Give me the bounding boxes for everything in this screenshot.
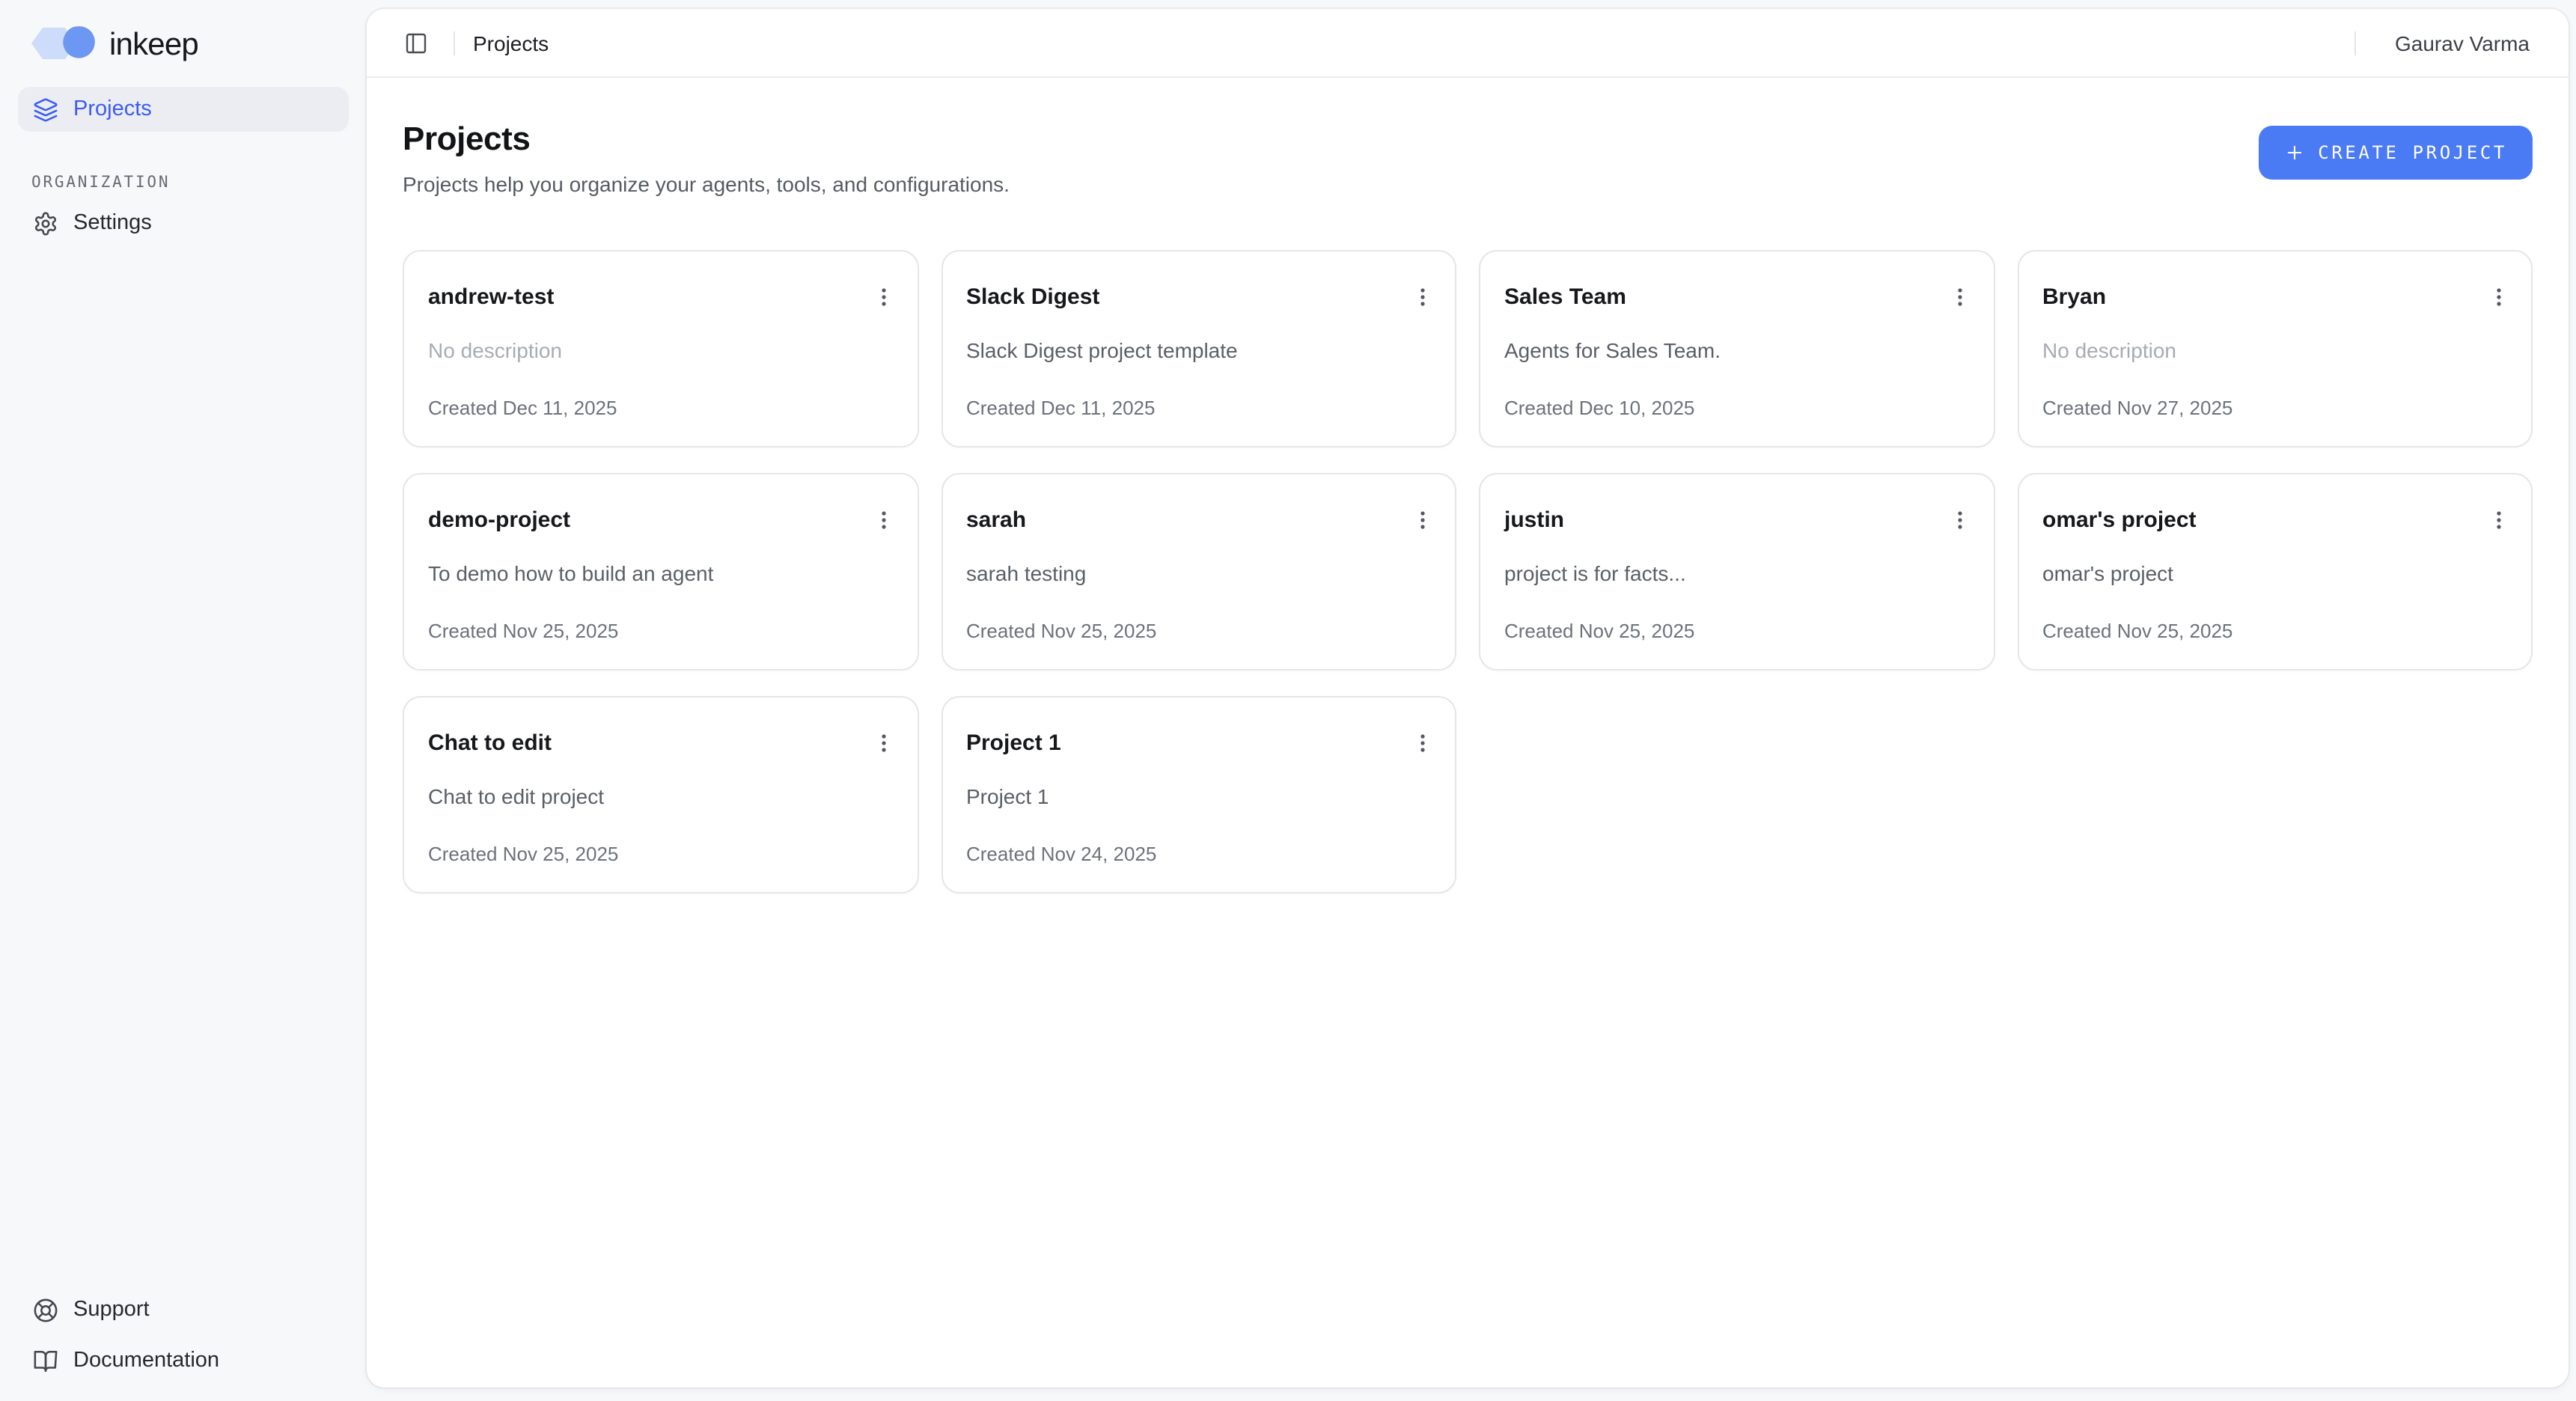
svg-text:inkeep: inkeep [109, 26, 198, 61]
create-project-button[interactable]: CREATE PROJECT [2258, 126, 2533, 180]
ellipsis-vertical-icon [2487, 508, 2509, 531]
sidebar-toggle-button[interactable] [397, 23, 436, 62]
ellipsis-vertical-icon [1949, 285, 1971, 308]
project-card-title: sarah [966, 504, 1026, 533]
project-card-menu-button[interactable] [1941, 500, 1980, 539]
project-card-title: Chat to edit [428, 727, 552, 756]
project-card[interactable]: Bryan No description Created Nov 27, 202… [2017, 250, 2533, 448]
project-card-menu-button[interactable] [1941, 277, 1980, 316]
project-card-created: Created Nov 25, 2025 [2042, 620, 2507, 642]
ellipsis-vertical-icon [1411, 731, 1433, 754]
project-card[interactable]: andrew-test No description Created Dec 1… [403, 250, 918, 448]
header-divider [2354, 31, 2356, 55]
sidebar-section-label: ORGANIZATION [31, 174, 349, 192]
panel-left-icon [404, 31, 428, 55]
projects-grid: andrew-test No description Created Dec 1… [403, 250, 2533, 894]
project-card-menu-button[interactable] [864, 500, 903, 539]
sidebar-item-documentation[interactable]: Documentation [18, 1338, 349, 1383]
project-card[interactable]: omar's project omar's project Created No… [2017, 473, 2533, 671]
project-card-menu-button[interactable] [1403, 277, 1441, 316]
project-card-description: Agents for Sales Team. [1504, 338, 1969, 362]
project-card[interactable]: justin project is for facts... Created N… [1479, 473, 1994, 671]
breadcrumb: Projects [473, 31, 549, 55]
sidebar-footer: Support Documentation [18, 1287, 349, 1383]
header-divider [454, 31, 455, 55]
project-card-menu-button[interactable] [2479, 277, 2518, 316]
project-card-created: Created Nov 24, 2025 [966, 843, 1431, 865]
project-card[interactable]: Sales Team Agents for Sales Team. Create… [1479, 250, 1994, 448]
project-card-title: andrew-test [428, 281, 554, 310]
project-card-title: Bryan [2042, 281, 2106, 310]
project-card[interactable]: Project 1 Project 1 Created Nov 24, 2025 [941, 696, 1456, 894]
ellipsis-vertical-icon [1411, 508, 1433, 531]
project-card-title: Sales Team [1504, 281, 1626, 310]
create-project-button-label: CREATE PROJECT [2318, 142, 2507, 163]
project-card-created: Created Nov 25, 2025 [428, 620, 893, 642]
sidebar: inkeep Projects ORGANIZATION Settings [0, 0, 367, 1401]
gear-icon [33, 210, 58, 236]
project-card-created: Created Nov 25, 2025 [966, 620, 1431, 642]
project-card-description: No description [428, 338, 893, 362]
ellipsis-vertical-icon [873, 285, 895, 308]
project-card-title: Project 1 [966, 727, 1061, 756]
project-card-menu-button[interactable] [1403, 723, 1441, 762]
project-card-created: Created Nov 25, 2025 [1504, 620, 1969, 642]
page-content: Projects Projects help you organize your… [367, 78, 2569, 1388]
project-card-created: Created Dec 11, 2025 [966, 397, 1431, 419]
layers-icon [33, 97, 58, 122]
plus-icon [2283, 142, 2304, 163]
inkeep-logo[interactable]: inkeep [18, 21, 349, 63]
project-card-created: Created Dec 10, 2025 [1504, 397, 1969, 419]
project-card-menu-button[interactable] [864, 723, 903, 762]
project-card-created: Created Nov 25, 2025 [428, 843, 893, 865]
app-root: inkeep Projects ORGANIZATION Settings [0, 0, 2576, 1401]
sidebar-item-label: Documentation [73, 1349, 219, 1373]
main-panel: Projects Gaurav Varma Projects Projects … [367, 9, 2569, 1388]
sidebar-item-label: Projects [73, 97, 152, 121]
project-card-description: No description [2042, 338, 2507, 362]
project-card-description: project is for facts... [1504, 561, 1969, 585]
project-card[interactable]: sarah sarah testing Created Nov 25, 2025 [941, 473, 1456, 671]
project-card-menu-button[interactable] [864, 277, 903, 316]
sidebar-item-label: Support [73, 1298, 150, 1322]
project-card-description: Chat to edit project [428, 784, 893, 808]
page-subtitle: Projects help you organize your agents, … [403, 172, 1010, 196]
ellipsis-vertical-icon [1949, 508, 1971, 531]
project-card-title: Slack Digest [966, 281, 1099, 310]
user-menu-button[interactable]: Gaurav Varma [2395, 31, 2530, 55]
inkeep-mark-icon: inkeep [31, 24, 214, 63]
project-card-title: demo-project [428, 504, 570, 533]
project-card-title: omar's project [2042, 504, 2197, 533]
book-open-icon [33, 1348, 58, 1373]
project-card-description: Slack Digest project template [966, 338, 1431, 362]
sidebar-item-support[interactable]: Support [18, 1287, 349, 1332]
project-card-description: To demo how to build an agent [428, 561, 893, 585]
project-card[interactable]: demo-project To demo how to build an age… [403, 473, 918, 671]
ellipsis-vertical-icon [1411, 285, 1433, 308]
project-card-title: justin [1504, 504, 1564, 533]
project-card-menu-button[interactable] [1403, 500, 1441, 539]
ellipsis-vertical-icon [2487, 285, 2509, 308]
ellipsis-vertical-icon [873, 731, 895, 754]
project-card-created: Created Dec 11, 2025 [428, 397, 893, 419]
sidebar-item-settings[interactable]: Settings [18, 201, 349, 245]
project-card-created: Created Nov 27, 2025 [2042, 397, 2507, 419]
sidebar-item-label: Settings [73, 211, 152, 235]
page-header: Projects Projects help you organize your… [403, 120, 2533, 196]
project-card-description: sarah testing [966, 561, 1431, 585]
lifebuoy-icon [33, 1297, 58, 1322]
project-card[interactable]: Slack Digest Slack Digest project templa… [941, 250, 1456, 448]
ellipsis-vertical-icon [873, 508, 895, 531]
sidebar-item-projects[interactable]: Projects [18, 87, 349, 132]
project-card-description: Project 1 [966, 784, 1431, 808]
project-card-menu-button[interactable] [2479, 500, 2518, 539]
project-card-description: omar's project [2042, 561, 2507, 585]
page-title: Projects [403, 120, 1010, 159]
project-card[interactable]: Chat to edit Chat to edit project Create… [403, 696, 918, 894]
top-header: Projects Gaurav Varma [367, 9, 2569, 78]
